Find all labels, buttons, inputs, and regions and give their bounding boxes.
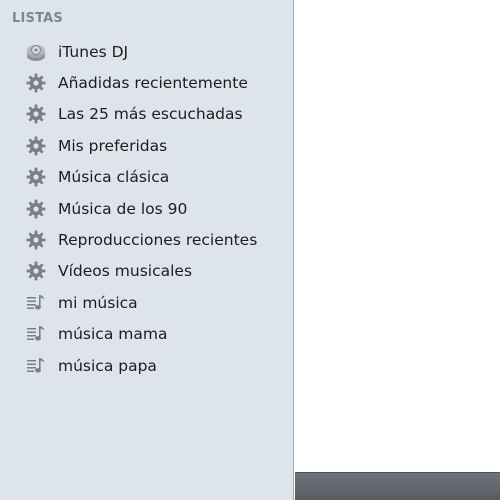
sidebar-item-musica-papa[interactable]: música papa xyxy=(0,350,294,381)
sidebar-item-label: Mis preferidas xyxy=(58,136,168,155)
section-header-listas: LISTAS xyxy=(12,11,63,26)
playlist-list: iTunes DJ Añadidas recientemente Las 25 … xyxy=(0,36,294,381)
smart-playlist-gear-icon xyxy=(25,103,47,125)
sidebar-item-label: música papa xyxy=(58,356,157,375)
bottom-status-bar xyxy=(295,472,500,500)
dj-icon xyxy=(25,41,47,63)
sidebar-item-mi-musica[interactable]: mi música xyxy=(0,287,294,318)
sidebar-item-label: Reproducciones recientes xyxy=(58,231,258,250)
sidebar-item-musica-clasica[interactable]: Música clásica xyxy=(0,162,294,193)
smart-playlist-gear-icon xyxy=(25,260,47,282)
sidebar-item-las-25-mas-escuchadas[interactable]: Las 25 más escuchadas xyxy=(0,99,294,130)
sidebar-item-label: Vídeos musicales xyxy=(58,262,193,281)
sidebar-item-musica-de-los-90[interactable]: Música de los 90 xyxy=(0,193,294,224)
smart-playlist-gear-icon xyxy=(25,166,47,188)
smart-playlist-gear-icon xyxy=(25,135,47,157)
sidebar-item-mis-preferidas[interactable]: Mis preferidas xyxy=(0,130,294,161)
sidebar-item-itunes-dj[interactable]: iTunes DJ xyxy=(0,36,294,67)
sidebar-item-anadidas-recientemente[interactable]: Añadidas recientemente xyxy=(0,67,294,98)
sidebar-item-label: iTunes DJ xyxy=(58,42,129,61)
main-content-area xyxy=(295,0,500,472)
sidebar-item-musica-mama[interactable]: música mama xyxy=(0,319,294,350)
sidebar-item-label: mi música xyxy=(58,293,138,312)
playlist-icon xyxy=(25,323,47,345)
sidebar-item-label: música mama xyxy=(58,325,168,344)
sidebar-item-label: Música de los 90 xyxy=(58,199,188,218)
smart-playlist-gear-icon xyxy=(25,198,47,220)
sidebar-item-label: Música clásica xyxy=(58,168,170,187)
sidebar-item-reproducciones-recientes[interactable]: Reproducciones recientes xyxy=(0,224,294,255)
sidebar-item-videos-musicales[interactable]: Vídeos musicales xyxy=(0,256,294,287)
sidebar-item-label: Añadidas recientemente xyxy=(58,74,248,93)
sidebar-item-label: Las 25 más escuchadas xyxy=(58,105,243,124)
playlist-icon xyxy=(25,292,47,314)
smart-playlist-gear-icon xyxy=(25,72,47,94)
playlist-icon xyxy=(25,355,47,377)
sidebar: LISTAS iTunes DJ Añadidas recientemente xyxy=(0,0,294,500)
smart-playlist-gear-icon xyxy=(25,229,47,251)
